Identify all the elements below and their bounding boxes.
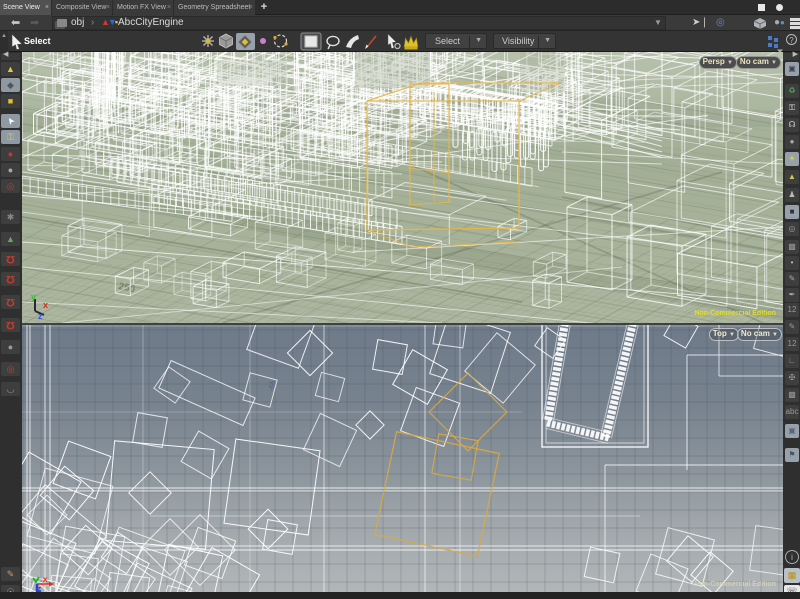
svg-text:z: z: [38, 311, 43, 320]
svg-text:x: x: [43, 575, 48, 584]
svg-text:x: x: [43, 300, 48, 310]
svg-text:y: y: [31, 292, 36, 302]
